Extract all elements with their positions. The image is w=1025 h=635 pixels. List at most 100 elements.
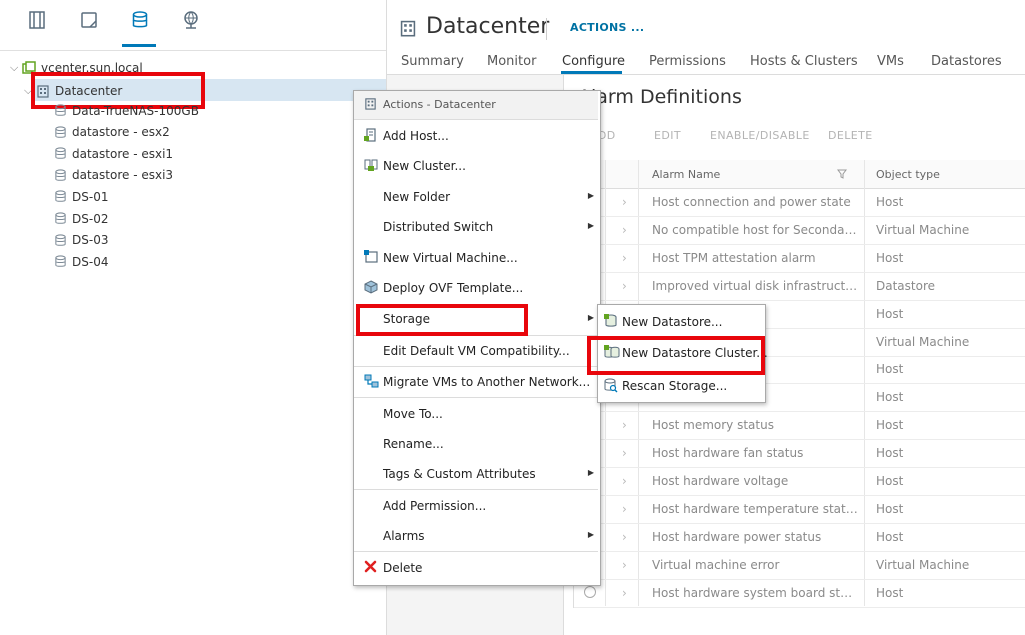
chevron-right-icon[interactable]: › <box>622 446 627 460</box>
submenu-item-new-datastore-cluster[interactable]: New Datastore Cluster... <box>598 337 768 367</box>
column-header-alarm-name[interactable]: Alarm Name <box>652 168 720 181</box>
tree-item-datastore[interactable]: DS-01 <box>54 186 108 207</box>
menu-item-alarms[interactable]: Alarms ▶ <box>354 521 598 551</box>
edit-button[interactable]: EDIT <box>654 129 681 142</box>
tree-item-datastore[interactable]: datastore - esxi1 <box>54 143 173 164</box>
menu-item-label: Delete <box>383 561 423 575</box>
chevron-right-icon[interactable]: › <box>622 279 627 293</box>
expand-icon[interactable]: ⌵ <box>24 84 36 98</box>
table-row[interactable]: › Host hardware voltage Host <box>574 467 1025 496</box>
table-row[interactable]: › Host TPM attestation alarm Host <box>574 244 1025 273</box>
tree-item-label: vcenter.sun.local <box>41 60 143 75</box>
datastore-icon <box>54 212 67 225</box>
tree-item-label: datastore - esxi3 <box>72 168 174 183</box>
column-header-object-type[interactable]: Object type <box>876 168 940 181</box>
datastore-icon <box>54 169 67 182</box>
tree-item-datastore[interactable]: DS-04 <box>54 251 108 272</box>
actions-button[interactable]: ACTIONS ... <box>570 21 644 34</box>
tree-item-label: Datacenter <box>55 83 123 98</box>
menu-separator <box>354 489 598 490</box>
table-row[interactable]: › Host memory status Host <box>574 411 1025 441</box>
menu-item-add-host[interactable]: Add Host... <box>354 121 598 151</box>
object-type-cell: Host <box>876 195 904 209</box>
chevron-right-icon[interactable]: › <box>622 586 627 600</box>
chevron-right-icon[interactable]: › <box>622 195 627 209</box>
tree-item-datacenter[interactable]: ⌵ Datacenter <box>24 80 122 101</box>
submenu-item-label: Rescan Storage... <box>622 379 728 393</box>
tab-summary[interactable]: Summary <box>401 54 464 69</box>
submenu-item-rescan-storage[interactable]: Rescan Storage... <box>598 370 763 400</box>
menu-item-add-permission[interactable]: Add Permission... <box>354 491 598 521</box>
filter-icon[interactable] <box>837 168 847 182</box>
navigator-divider <box>0 50 386 51</box>
table-row[interactable]: › Improved virtual disk infrastructure Dat… <box>574 272 1025 301</box>
chevron-right-icon[interactable]: › <box>622 530 627 544</box>
menu-item-edit-default-vm-compatibility[interactable]: Edit Default VM Compatibility... <box>354 336 598 366</box>
object-type-cell: Virtual Machine <box>876 557 970 572</box>
tree-item-datastore[interactable]: DS-03 <box>54 230 108 251</box>
menu-item-storage[interactable]: Storage ▶ <box>354 304 598 334</box>
menu-item-label: New Cluster... <box>383 159 466 173</box>
menu-item-delete[interactable]: Delete <box>354 553 598 583</box>
add-host-icon <box>364 128 378 145</box>
tab-configure[interactable]: Configure <box>562 54 625 69</box>
tab-hosts-clusters[interactable]: Hosts & Clusters <box>750 54 858 69</box>
object-type-cell: Host <box>876 446 904 461</box>
storage-tab[interactable] <box>120 10 160 46</box>
menu-item-label: Alarms <box>383 529 425 543</box>
chevron-right-icon[interactable]: › <box>622 474 627 488</box>
chevron-right-icon[interactable]: › <box>622 223 627 237</box>
tree-item-datastore[interactable]: DS-02 <box>54 208 108 229</box>
table-row[interactable]: › No compatible host for Secondary VM Virt… <box>574 216 1025 245</box>
row-radio[interactable] <box>584 585 596 598</box>
tree-item-datastore[interactable]: Data-TrueNAS-100GB <box>54 100 199 121</box>
table-row[interactable]: › Virtual machine error Virtual Machine <box>574 551 1025 580</box>
chevron-right-icon[interactable]: › <box>622 251 627 265</box>
active-tab-indicator <box>122 44 156 47</box>
menu-item-distributed-switch[interactable]: Distributed Switch ▶ <box>354 212 598 242</box>
table-row[interactable]: › Host hardware temperature status Host <box>574 495 1025 524</box>
submenu-item-new-datastore[interactable]: New Datastore... <box>598 306 763 336</box>
menu-item-new-virtual-machine[interactable]: New Virtual Machine... <box>354 243 598 273</box>
tab-datastores[interactable]: Datastores <box>931 54 1002 69</box>
tree-item-datastore[interactable]: datastore - esx2 <box>54 122 170 143</box>
tab-vms[interactable]: VMs <box>877 54 904 69</box>
new-datastore-cluster-icon <box>604 345 620 362</box>
menu-item-new-cluster[interactable]: New Cluster... <box>354 151 598 181</box>
enable-disable-button[interactable]: ENABLE/DISABLE <box>710 129 810 142</box>
expand-icon[interactable]: ⌵ <box>10 61 22 75</box>
alarm-name-cell: Host TPM attestation alarm <box>652 250 816 265</box>
alarm-name-cell: Host hardware temperature status <box>652 501 858 516</box>
chevron-right-icon[interactable]: › <box>622 558 627 572</box>
menu-item-new-folder[interactable]: New Folder ▶ <box>354 182 598 212</box>
menu-separator <box>354 397 598 398</box>
datastore-icon <box>54 126 67 139</box>
menu-item-tags-custom-attributes[interactable]: Tags & Custom Attributes ▶ <box>354 459 598 489</box>
table-row[interactable]: › Host hardware system board status Host <box>574 579 1025 608</box>
delete-button[interactable]: DELETE <box>828 129 873 142</box>
vms-templates-tab[interactable] <box>69 10 109 46</box>
tree-item-datastore[interactable]: datastore - esxi3 <box>54 165 173 186</box>
submenu-arrow-icon: ▶ <box>587 468 594 477</box>
menu-item-rename[interactable]: Rename... <box>354 429 598 459</box>
migrate-network-icon <box>364 374 379 391</box>
menu-item-move-to[interactable]: Move To... <box>354 399 598 429</box>
chevron-right-icon[interactable]: › <box>622 418 627 432</box>
object-type-cell: Host <box>876 474 904 488</box>
menu-item-migrate-vms-to-another-network[interactable]: Migrate VMs to Another Network... <box>354 367 598 397</box>
table-row[interactable]: › Host hardware fan status Host <box>574 439 1025 469</box>
table-row[interactable]: › Host hardware power status Host <box>574 523 1025 552</box>
alarm-name-cell: Host connection and power state <box>652 195 851 209</box>
tab-monitor[interactable]: Monitor <box>487 54 536 69</box>
chevron-right-icon[interactable]: › <box>622 502 627 516</box>
tab-permissions[interactable]: Permissions <box>649 54 726 69</box>
object-type-cell: Host <box>876 418 904 433</box>
menu-item-label: New Folder <box>383 190 451 204</box>
menu-item-deploy-ovf-template[interactable]: Deploy OVF Template... <box>354 273 598 303</box>
menu-item-label: Add Permission... <box>383 499 487 513</box>
networking-tab[interactable] <box>171 10 211 46</box>
table-row[interactable]: › Host connection and power state Host <box>574 188 1025 217</box>
tree-item-label: DS-02 <box>72 211 109 226</box>
tree-item-vcenter[interactable]: ⌵ vcenter.sun.local <box>10 57 143 78</box>
hosts-clusters-tab[interactable] <box>17 10 57 46</box>
